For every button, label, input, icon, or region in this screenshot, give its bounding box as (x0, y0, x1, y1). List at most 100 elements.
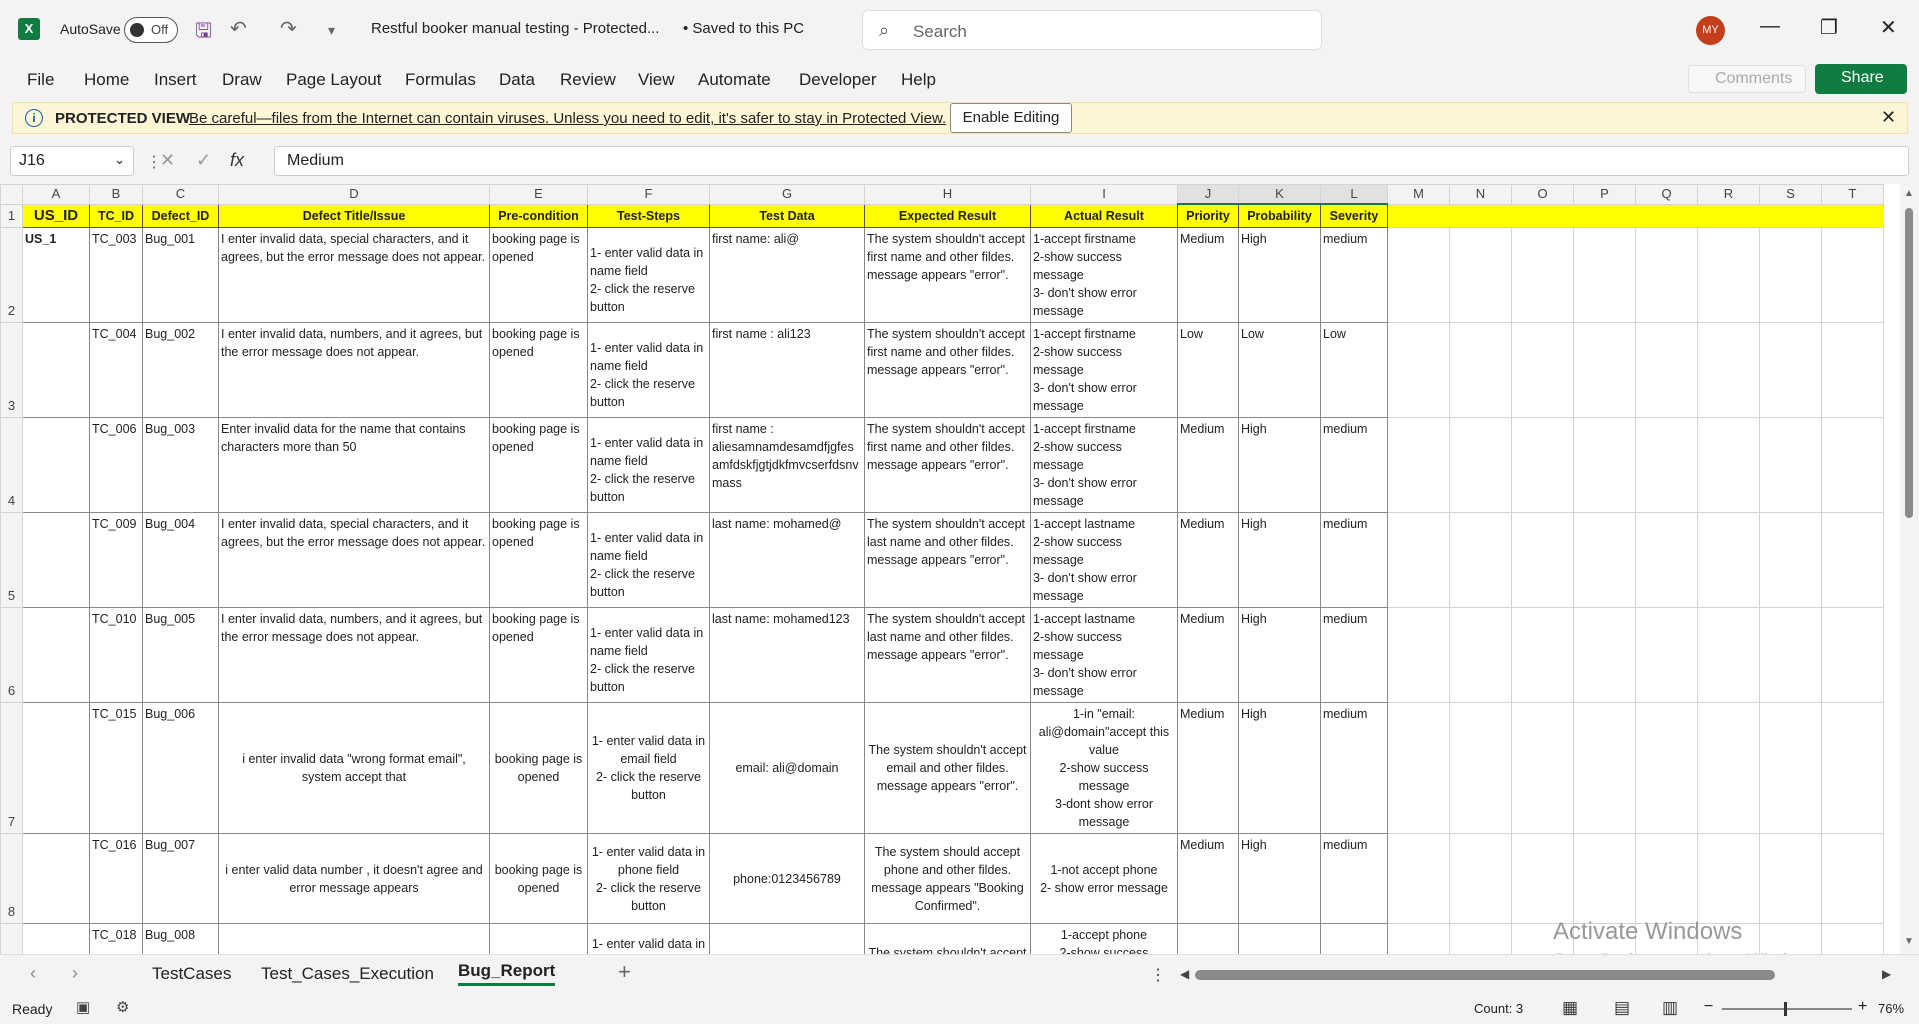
cell[interactable] (1635, 512, 1698, 608)
cell-sev[interactable]: medium (1320, 417, 1388, 513)
header-cell-precondition[interactable]: Pre-condition (489, 203, 588, 228)
cell-pri[interactable]: Medium (1177, 833, 1239, 924)
chevron-down-icon[interactable]: ⌄ (114, 152, 125, 168)
cell[interactable] (1821, 833, 1884, 924)
cell-tc[interactable]: TC_010 (89, 607, 143, 703)
cell[interactable] (1449, 204, 1512, 228)
sheet-tab-test-cases-execution[interactable]: Test_Cases_Execution (261, 964, 434, 984)
cell[interactable] (1573, 512, 1636, 608)
close-icon[interactable]: ✕ (1881, 107, 1896, 128)
cell[interactable] (1511, 204, 1574, 228)
cell-us[interactable]: US_1 (22, 227, 90, 323)
cell-pre[interactable]: booking page is opened (489, 417, 588, 513)
cell-title[interactable]: I enter invalid data, special characters… (218, 512, 490, 608)
row-header[interactable]: 2 (0, 227, 23, 323)
cell[interactable] (1511, 227, 1574, 323)
scroll-down-icon[interactable]: ▼ (1904, 936, 1914, 947)
cell-steps[interactable]: 1- enter valid data in email field 2- cl… (587, 702, 710, 834)
cell[interactable] (1821, 417, 1884, 513)
cell-tc[interactable]: TC_003 (89, 227, 143, 323)
column-header[interactable]: H (864, 184, 1031, 205)
cell-title[interactable]: I enter invalid data, numbers, and it ag… (218, 607, 490, 703)
cell-act[interactable]: 1-not accept phone 2- show error message (1030, 833, 1178, 924)
row-header[interactable]: 4 (0, 417, 23, 513)
cell-title[interactable]: i enter invalid data , special character… (218, 923, 490, 954)
cell-exp[interactable]: The system shouldn't accept email and ot… (864, 702, 1031, 834)
cell[interactable] (1821, 322, 1884, 418)
cell[interactable] (1697, 607, 1760, 703)
cell-pri[interactable]: Low (1177, 322, 1239, 418)
cell-us[interactable] (22, 512, 90, 608)
cell-exp[interactable]: The system should accept phone and other… (864, 833, 1031, 924)
cell-def[interactable]: Bug_006 (142, 702, 219, 834)
cell-act[interactable]: 1-accept firstname 2-show success messag… (1030, 417, 1178, 513)
cell-pre[interactable]: booking page is opened (489, 923, 588, 954)
cell[interactable] (1387, 417, 1450, 513)
share-button[interactable]: Share (1815, 64, 1907, 94)
cell-tc[interactable]: TC_015 (89, 702, 143, 834)
cell[interactable] (1511, 322, 1574, 418)
cell[interactable] (1759, 512, 1822, 608)
cell-us[interactable] (22, 417, 90, 513)
cell-prob[interactable]: High (1238, 702, 1321, 834)
zoom-out-icon[interactable]: − (1704, 998, 1713, 1016)
cell[interactable] (1821, 702, 1884, 834)
cell-def[interactable]: Bug_002 (142, 322, 219, 418)
column-header[interactable]: E (489, 184, 588, 205)
cancel-icon[interactable]: ✕ (160, 150, 175, 171)
cell-us[interactable] (22, 702, 90, 834)
cell-sev[interactable]: Low (1320, 322, 1388, 418)
prev-sheet-icon[interactable]: ‹ (30, 963, 36, 984)
cell[interactable] (1511, 702, 1574, 834)
cell[interactable] (1449, 833, 1512, 924)
column-header[interactable]: B (89, 184, 143, 205)
cell[interactable] (1573, 227, 1636, 323)
tab-data[interactable]: Data (499, 70, 535, 90)
cell[interactable] (1697, 702, 1760, 834)
cell-pre[interactable]: booking page is opened (489, 322, 588, 418)
tab-insert[interactable]: Insert (154, 70, 197, 90)
cell-sev[interactable]: medium (1320, 833, 1388, 924)
header-cell-test-steps[interactable]: Test-Steps (587, 203, 710, 228)
tab-help[interactable]: Help (901, 70, 936, 90)
cell-title[interactable]: I enter invalid data, numbers, and it ag… (218, 322, 490, 418)
cell-act[interactable]: 1-accept firstname 2-show success messag… (1030, 322, 1178, 418)
cell[interactable] (1449, 417, 1512, 513)
tab-developer[interactable]: Developer (799, 70, 877, 90)
page-break-view-icon[interactable]: ▥ (1662, 998, 1678, 1018)
cell[interactable] (1511, 607, 1574, 703)
header-cell-expected-result[interactable]: Expected Result (864, 203, 1031, 228)
cell[interactable] (1635, 417, 1698, 513)
cell-pre[interactable]: booking page is opened (489, 607, 588, 703)
cell[interactable] (1573, 833, 1636, 924)
cell[interactable] (1635, 227, 1698, 323)
scroll-up-icon[interactable]: ▲ (1904, 188, 1914, 199)
row-header[interactable]: 3 (0, 322, 23, 418)
column-header[interactable]: C (142, 184, 219, 205)
insert-function-icon[interactable]: fx (230, 150, 244, 171)
cell[interactable] (1511, 833, 1574, 924)
column-header[interactable]: D (218, 184, 490, 205)
enable-editing-button[interactable]: Enable Editing (950, 103, 1072, 133)
cell[interactable] (1697, 417, 1760, 513)
cell-tc[interactable]: TC_004 (89, 322, 143, 418)
tab-draw[interactable]: Draw (222, 70, 262, 90)
cell[interactable] (1449, 923, 1512, 954)
cell-exp[interactable]: The system shouldn't accept first name a… (864, 322, 1031, 418)
cell-title[interactable]: I enter invalid data, special characters… (218, 227, 490, 323)
row-header[interactable]: 5 (0, 512, 23, 608)
cell[interactable] (1635, 607, 1698, 703)
page-layout-view-icon[interactable]: ▤ (1614, 998, 1630, 1018)
tab-file[interactable]: File (27, 70, 54, 90)
cell-steps[interactable]: 1- enter valid data in name field 2- cli… (587, 322, 710, 418)
restore-icon[interactable]: ❐ (1820, 15, 1838, 40)
cell[interactable] (1511, 512, 1574, 608)
accessibility-icon[interactable]: ⚙ (116, 998, 129, 1016)
header-cell-defect-title[interactable]: Defect Title/Issue (218, 203, 490, 228)
cell-act[interactable]: 1-accept lastname 2-show success message… (1030, 512, 1178, 608)
cell-exp[interactable]: The system shouldn't accept first name a… (864, 227, 1031, 323)
column-header[interactable]: M (1387, 184, 1450, 205)
cell[interactable] (1635, 702, 1698, 834)
cell-tdata[interactable]: first name: ali@ (709, 227, 865, 323)
cell[interactable] (1697, 833, 1760, 924)
